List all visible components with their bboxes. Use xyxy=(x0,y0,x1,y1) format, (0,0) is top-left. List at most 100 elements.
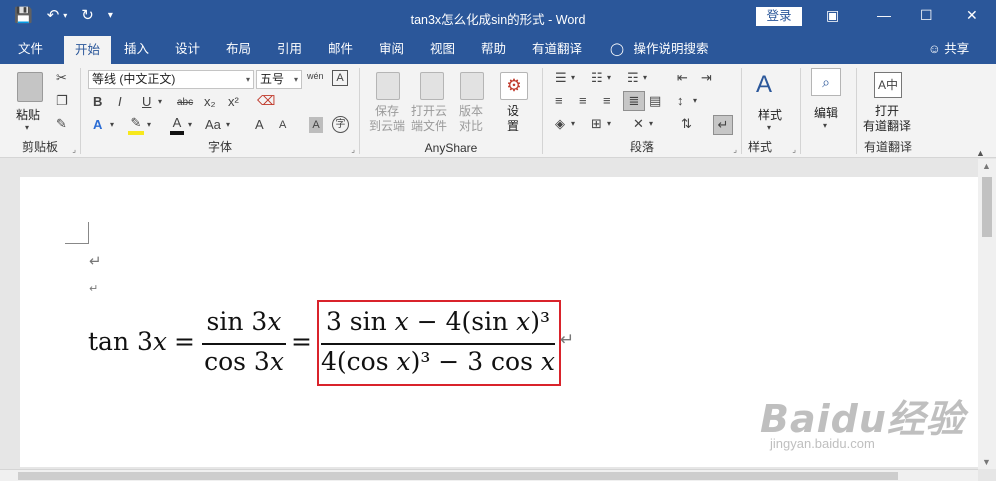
cloud-upload-icon[interactable] xyxy=(376,72,400,100)
search-icon[interactable]: ⌕ xyxy=(811,68,841,96)
shading-icon[interactable]: ◈ xyxy=(555,116,565,132)
numbering-dropdown-icon[interactable]: ▾ xyxy=(607,70,611,86)
tab-mailings[interactable]: 邮件 xyxy=(328,34,353,64)
paste-dropdown-icon[interactable]: ▾ xyxy=(25,120,29,136)
styles-launcher-icon[interactable]: ⌟ xyxy=(792,145,796,154)
highlight-dropdown-icon[interactable]: ▾ xyxy=(147,117,151,133)
distributed-icon[interactable]: ▤ xyxy=(649,93,661,109)
character-shading-icon[interactable]: A xyxy=(309,117,323,133)
character-border-icon[interactable]: A xyxy=(332,70,348,86)
chinese-layout-icon[interactable]: ✕ xyxy=(633,116,644,132)
enclose-characters-icon[interactable]: 字 xyxy=(332,116,349,133)
tell-me-search[interactable]: ◯ 操作说明搜索 xyxy=(610,34,709,64)
bullets-icon[interactable]: ☰ xyxy=(555,70,567,86)
font-color-icon[interactable]: A xyxy=(170,115,184,135)
equals-sign: = xyxy=(174,327,195,356)
shading-dropdown-icon[interactable]: ▾ xyxy=(571,116,575,132)
fraction-bar xyxy=(202,343,286,345)
text-effects-icon[interactable]: A xyxy=(93,117,102,133)
increase-indent-icon[interactable]: ⇥ xyxy=(701,70,712,86)
show-paragraph-marks-icon[interactable]: ↵ xyxy=(713,115,733,135)
vertical-scrollbar[interactable]: ▲ ▼ xyxy=(978,159,996,469)
settings-button[interactable]: 设 置 xyxy=(507,104,519,134)
underline-icon[interactable]: U xyxy=(142,94,151,110)
font-size-combo[interactable]: 五号 ▾ xyxy=(256,70,302,89)
subscript-icon[interactable]: x₂ xyxy=(204,94,216,110)
borders-icon[interactable]: ⊞ xyxy=(591,116,602,132)
cut-icon[interactable]: ✂ xyxy=(56,70,67,86)
justify-icon[interactable]: ≣ xyxy=(623,91,645,111)
minimize-icon[interactable]: — xyxy=(877,7,891,23)
italic-icon[interactable]: I xyxy=(118,94,122,110)
tab-references[interactable]: 引用 xyxy=(277,34,302,64)
horizontal-scroll-thumb[interactable] xyxy=(18,472,898,480)
change-case-icon[interactable]: Aa xyxy=(205,117,221,133)
chinese-layout-dropdown-icon[interactable]: ▾ xyxy=(649,116,653,132)
numbering-icon[interactable]: ☷ xyxy=(591,70,603,86)
collapse-ribbon-icon[interactable]: ▲ xyxy=(976,148,985,158)
tab-insert[interactable]: 插入 xyxy=(124,34,149,64)
close-icon[interactable]: ✕ xyxy=(966,7,978,24)
align-left-icon[interactable]: ≡ xyxy=(555,93,563,109)
tab-layout[interactable]: 布局 xyxy=(226,34,251,64)
bold-icon[interactable]: B xyxy=(93,94,102,110)
text-effects-dropdown-icon[interactable]: ▾ xyxy=(110,117,114,133)
scroll-up-icon[interactable]: ▲ xyxy=(982,161,991,171)
login-button[interactable]: 登录 xyxy=(756,7,802,26)
borders-dropdown-icon[interactable]: ▾ xyxy=(607,116,611,132)
multilevel-list-icon[interactable]: ☶ xyxy=(627,70,639,86)
tab-file[interactable]: 文件 xyxy=(18,34,43,64)
clipboard-launcher-icon[interactable]: ⌟ xyxy=(72,145,76,154)
font-color-dropdown-icon[interactable]: ▾ xyxy=(188,117,192,133)
tab-view[interactable]: 视图 xyxy=(430,34,455,64)
styles-icon[interactable]: A xyxy=(756,70,772,100)
line-spacing-dropdown-icon[interactable]: ▾ xyxy=(693,93,697,109)
phonetic-guide-icon[interactable]: wén xyxy=(307,68,324,84)
strikethrough-icon[interactable]: abc xyxy=(177,95,193,111)
line-spacing-icon[interactable]: ↕ xyxy=(677,93,684,109)
change-case-dropdown-icon[interactable]: ▾ xyxy=(226,117,230,133)
clipboard-group-label: 剪贴板 xyxy=(21,140,58,154)
settings-gear-icon[interactable]: ⚙ xyxy=(500,72,528,100)
styles-dropdown-icon[interactable]: ▾ xyxy=(767,120,771,136)
save-to-cloud-button[interactable]: 保存 到云端 xyxy=(369,104,405,134)
paste-icon[interactable] xyxy=(17,72,43,102)
copy-icon[interactable]: ❐ xyxy=(56,93,68,109)
compare-icon[interactable] xyxy=(460,72,484,100)
decrease-indent-icon[interactable]: ⇤ xyxy=(677,70,688,86)
ribbon-tabs: 文件 开始 插入 设计 布局 引用 邮件 审阅 视图 帮助 有道翻译 ◯ 操作说… xyxy=(0,34,996,64)
horizontal-scrollbar[interactable] xyxy=(0,469,978,481)
share-button[interactable]: ☺ 共享 xyxy=(928,34,969,64)
format-painter-icon[interactable]: ✎ xyxy=(56,116,67,132)
bullets-dropdown-icon[interactable]: ▾ xyxy=(571,70,575,86)
ribbon-display-icon[interactable]: ▣ xyxy=(826,7,839,24)
paragraph-launcher-icon[interactable]: ⌟ xyxy=(733,145,737,154)
tab-home[interactable]: 开始 xyxy=(64,36,112,64)
tab-help[interactable]: 帮助 xyxy=(481,34,506,64)
font-launcher-icon[interactable]: ⌟ xyxy=(351,145,355,154)
grow-font-icon[interactable]: A xyxy=(255,117,264,133)
font-name-combo[interactable]: 等线 (中文正文) ▾ xyxy=(88,70,254,89)
translate-icon[interactable]: A中 xyxy=(874,72,902,98)
editing-dropdown-icon[interactable]: ▾ xyxy=(823,118,827,134)
open-cloud-icon[interactable] xyxy=(420,72,444,100)
sort-icon[interactable]: ⇅ xyxy=(681,116,692,132)
open-youdao-button[interactable]: 打开 有道翻译 xyxy=(863,104,911,134)
tab-youdao[interactable]: 有道翻译 xyxy=(532,34,582,64)
open-cloud-file-button[interactable]: 打开云 端文件 xyxy=(411,104,447,134)
vertical-scroll-thumb[interactable] xyxy=(982,177,992,237)
maximize-icon[interactable]: ☐ xyxy=(920,7,933,24)
clear-formatting-icon[interactable]: ⌫ xyxy=(257,93,275,109)
tab-review[interactable]: 审阅 xyxy=(379,34,404,64)
highlight-icon[interactable]: ✎ xyxy=(128,115,144,135)
group-youdao: A中 打开 有道翻译 有道翻译 xyxy=(857,64,919,158)
underline-dropdown-icon[interactable]: ▾ xyxy=(158,94,162,110)
multilevel-list-dropdown-icon[interactable]: ▾ xyxy=(643,70,647,86)
scroll-down-icon[interactable]: ▼ xyxy=(982,457,991,467)
align-right-icon[interactable]: ≡ xyxy=(603,93,611,109)
tab-design[interactable]: 设计 xyxy=(175,34,200,64)
version-compare-button[interactable]: 版本 对比 xyxy=(459,104,483,134)
shrink-font-icon[interactable]: A xyxy=(279,117,286,133)
align-center-icon[interactable]: ≡ xyxy=(579,93,587,109)
superscript-icon[interactable]: x² xyxy=(228,94,239,110)
